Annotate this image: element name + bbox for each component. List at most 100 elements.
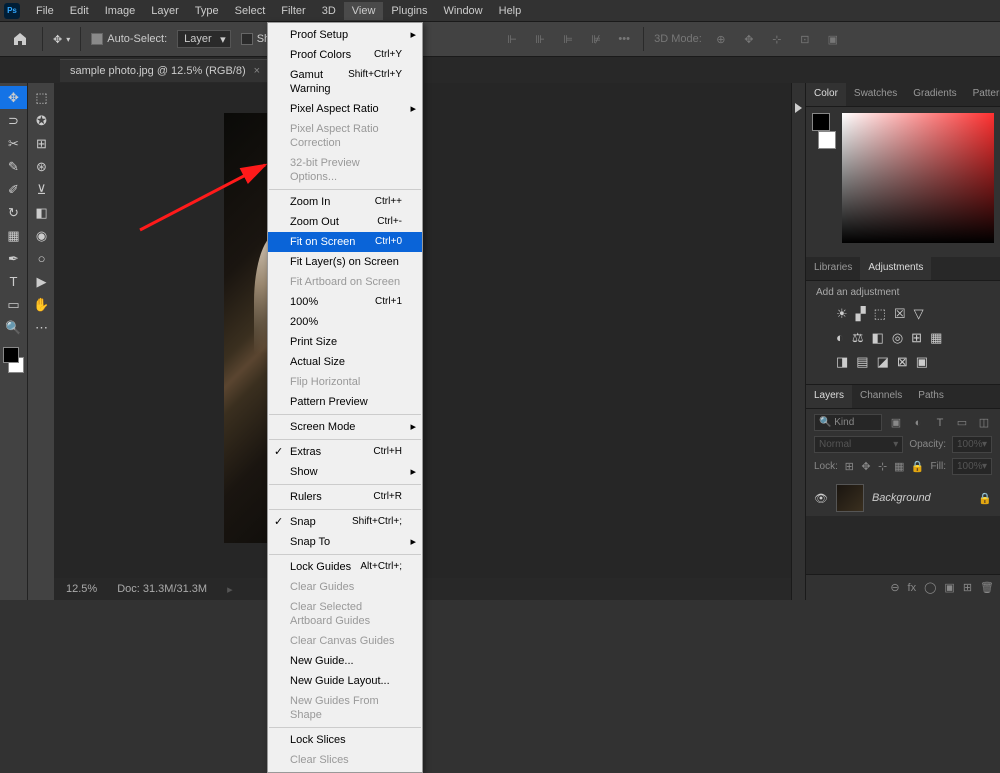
menu-item-snap[interactable]: ✓SnapShift+Ctrl+; [268,512,422,532]
zoom-tool[interactable]: 🔍 [0,316,27,339]
document-tab[interactable]: sample photo.jpg @ 12.5% (RGB/8) × [60,59,270,82]
menu-item-fit-on-screen[interactable]: Fit on ScreenCtrl+0 [268,232,422,252]
adj-invert-icon[interactable]: ◨ [836,354,848,370]
menu-item-new-guide-[interactable]: New Guide... [268,651,422,671]
link-layers-icon[interactable]: ⊖ [890,581,899,594]
lock-position-icon[interactable]: ✥ [861,459,872,475]
type-tool[interactable]: T [0,270,27,293]
pen-tool[interactable]: ✒ [0,247,27,270]
menu-type[interactable]: Type [187,2,227,20]
adj-bw-icon[interactable]: ◧ [872,330,884,346]
status-arrow-icon[interactable]: ▸ [227,583,233,596]
menu-item-proof-colors[interactable]: Proof ColorsCtrl+Y [268,45,422,65]
color-swatches[interactable] [0,345,27,375]
menu-item-show[interactable]: Show▸ [268,462,422,482]
delete-layer-icon[interactable]: 🗑 [980,581,994,594]
move-tool[interactable]: ✥ [0,86,27,109]
align-center-icon[interactable]: ⊪ [531,30,549,48]
eyedropper-tool[interactable]: ✎ [0,155,27,178]
zoom-level[interactable]: 12.5% [66,583,97,595]
more-icon[interactable]: ••• [615,30,633,48]
menu-help[interactable]: Help [491,2,530,20]
bg-swatch-mini[interactable] [818,131,836,149]
app-logo[interactable]: Ps [4,3,20,19]
heal-tool[interactable]: ⊛ [28,155,55,178]
menu-window[interactable]: Window [436,2,491,20]
3d-scale-icon[interactable]: ⊡ [796,30,814,48]
quick-select-tool[interactable]: ✪ [28,109,55,132]
adj-balance-icon[interactable]: ⚖ [852,330,864,346]
menu-item-snap-to[interactable]: Snap To▸ [268,532,422,552]
frame-tool[interactable]: ⊞ [28,132,55,155]
tab-adjustments[interactable]: Adjustments [860,257,931,280]
menu-item-pattern-preview[interactable]: Pattern Preview [268,392,422,412]
menu-select[interactable]: Select [227,2,274,20]
layer-lock-icon[interactable]: 🔒 [978,492,992,505]
visibility-toggle-icon[interactable]: 👁 [814,492,828,505]
distribute-icon[interactable]: ⊯ [587,30,605,48]
lock-artboard-icon[interactable]: ▦ [894,459,905,475]
auto-select-target[interactable]: Layer [177,30,231,48]
tab-swatches[interactable]: Swatches [846,83,905,106]
dodge-tool[interactable]: ○ [28,247,55,270]
brush-tool[interactable]: ✐ [0,178,27,201]
filter-smart-icon[interactable]: ◫ [976,415,992,431]
menu-plugins[interactable]: Plugins [383,2,435,20]
lock-pixels-icon[interactable]: ⊹ [877,459,888,475]
menu-filter[interactable]: Filter [273,2,313,20]
adj-lookup-icon[interactable]: ▦ [930,330,942,346]
blend-mode-select[interactable]: Normal [814,436,903,453]
fill-input[interactable]: 100% [952,458,992,475]
tab-paths[interactable]: Paths [910,385,952,408]
color-picker-field[interactable] [842,113,994,243]
lock-all-icon[interactable]: ⊞ [844,459,855,475]
adj-posterize-icon[interactable]: ▤ [856,354,868,370]
menu-item-lock-slices[interactable]: Lock Slices [268,730,422,750]
hand-tool[interactable]: ✋ [28,293,55,316]
adj-hue-icon[interactable]: ◐ [836,330,844,346]
3d-pan-icon[interactable]: ✥ [740,30,758,48]
adj-map-icon[interactable]: ⊠ [897,354,908,370]
menu-file[interactable]: File [28,2,62,20]
rectangle-tool[interactable]: ▭ [0,293,27,316]
foreground-swatch[interactable] [3,347,19,363]
color-panel-swatches[interactable] [812,113,836,149]
tab-color[interactable]: Color [806,83,846,106]
menu-item-rulers[interactable]: RulersCtrl+R [268,487,422,507]
tab-gradients[interactable]: Gradients [905,83,964,106]
menu-item-gamut-warning[interactable]: Gamut WarningShift+Ctrl+Y [268,65,422,99]
adj-mixer-icon[interactable]: ⊞ [911,330,922,346]
menu-view[interactable]: View [344,2,384,20]
path-select-tool[interactable]: ▶ [28,270,55,293]
new-group-icon[interactable]: ▣ [944,581,954,594]
opacity-input[interactable]: 100% [952,436,992,453]
align-right-icon[interactable]: ⊫ [559,30,577,48]
lock-icon[interactable]: 🔒 [911,459,925,475]
auto-select-checkbox[interactable] [91,33,103,45]
3d-orbit-icon[interactable]: ⊕ [712,30,730,48]
adj-exposure-icon[interactable]: ☒ [894,306,906,322]
menu-item-pixel-aspect-ratio[interactable]: Pixel Aspect Ratio▸ [268,99,422,119]
adj-photo-filter-icon[interactable]: ◎ [892,330,903,346]
3d-camera-icon[interactable]: ▣ [824,30,842,48]
menu-item-lock-guides[interactable]: Lock GuidesAlt+Ctrl+; [268,557,422,577]
close-tab-icon[interactable]: × [254,65,260,77]
layer-filter-kind[interactable]: 🔍 Kind [814,414,882,431]
layer-mask-icon[interactable]: ◯ [924,581,936,594]
adj-curves-icon[interactable]: ⬚ [874,306,886,322]
align-left-icon[interactable]: ⊩ [503,30,521,48]
adj-brightness-icon[interactable]: ☀ [836,306,848,322]
layer-name[interactable]: Background [872,492,931,504]
layer-style-icon[interactable]: fx [908,582,917,594]
menu-image[interactable]: Image [97,2,144,20]
layer-thumbnail[interactable] [836,484,864,512]
filter-shape-icon[interactable]: ▭ [954,415,970,431]
menu-item-200-[interactable]: 200% [268,312,422,332]
menu-item-extras[interactable]: ✓ExtrasCtrl+H [268,442,422,462]
3d-move-icon[interactable]: ⊹ [768,30,786,48]
tab-layers[interactable]: Layers [806,385,852,408]
gradient-tool[interactable]: ▦ [0,224,27,247]
filter-pixel-icon[interactable]: ▣ [888,415,904,431]
stamp-tool[interactable]: ⊻ [28,178,55,201]
history-brush-tool[interactable]: ↻ [0,201,27,224]
